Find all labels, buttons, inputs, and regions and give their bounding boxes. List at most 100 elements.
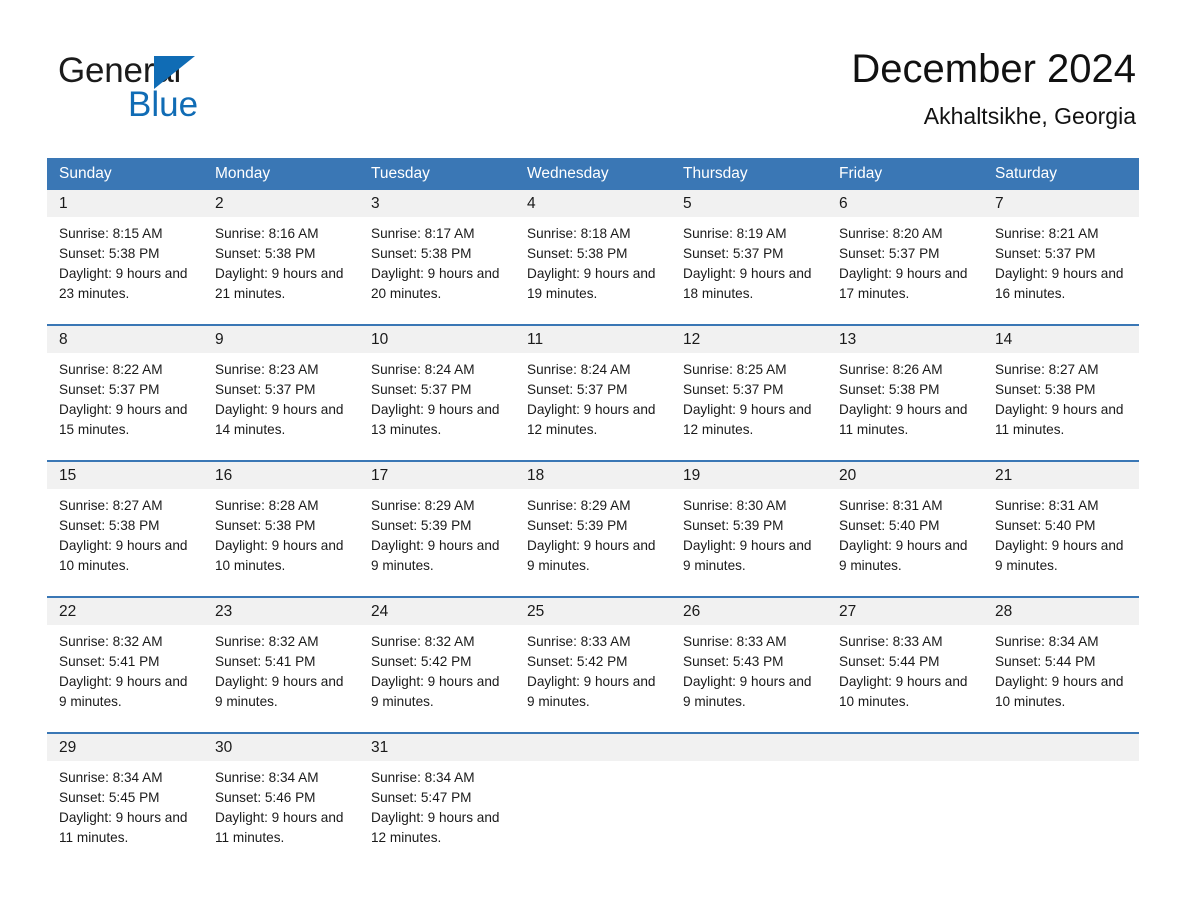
sunrise-text: Sunrise: 8:32 AM [215, 634, 319, 649]
day-cell[interactable]: 16 Sunrise: 8:28 AM Sunset: 5:38 PM Dayligh… [203, 462, 359, 582]
sunset-text: Sunset: 5:42 PM [371, 654, 472, 669]
day-cell[interactable]: 4 Sunrise: 8:18 AM Sunset: 5:38 PM Daylight… [515, 190, 671, 310]
day-cell[interactable]: 11 Sunrise: 8:24 AM Sunset: 5:37 PM Dayligh… [515, 326, 671, 446]
sunset-text: Sunset: 5:42 PM [527, 654, 628, 669]
day-details: Sunrise: 8:16 AM Sunset: 5:38 PM Daylight:… [203, 217, 359, 310]
day-cell[interactable]: 27 Sunrise: 8:33 AM Sunset: 5:44 PM Dayligh… [827, 598, 983, 718]
day-cell[interactable]: 15 Sunrise: 8:27 AM Sunset: 5:38 PM Dayligh… [47, 462, 203, 582]
daylight-text: Daylight: 9 hours and 9 minutes. [527, 538, 656, 573]
sunrise-text: Sunrise: 8:34 AM [371, 770, 475, 785]
day-details [983, 761, 1139, 854]
sunrise-text: Sunrise: 8:24 AM [371, 362, 475, 377]
day-number: 25 [515, 598, 671, 625]
daylight-text: Daylight: 9 hours and 12 minutes. [371, 810, 500, 845]
day-cell[interactable]: 26 Sunrise: 8:33 AM Sunset: 5:43 PM Dayligh… [671, 598, 827, 718]
day-number: 30 [203, 734, 359, 761]
day-details: Sunrise: 8:30 AM Sunset: 5:39 PM Daylight:… [671, 489, 827, 582]
day-cell[interactable]: 9 Sunrise: 8:23 AM Sunset: 5:37 PM Daylight… [203, 326, 359, 446]
day-cell[interactable]: 6 Sunrise: 8:20 AM Sunset: 5:37 PM Daylight… [827, 190, 983, 310]
sunrise-text: Sunrise: 8:33 AM [683, 634, 787, 649]
calendar-grid: Sunday Monday Tuesday Wednesday Thursday… [47, 158, 1139, 854]
day-details: Sunrise: 8:24 AM Sunset: 5:37 PM Daylight:… [359, 353, 515, 446]
day-cell[interactable]: 31 Sunrise: 8:34 AM Sunset: 5:47 PM Dayligh… [359, 734, 515, 854]
sunset-text: Sunset: 5:45 PM [59, 790, 160, 805]
sunset-text: Sunset: 5:38 PM [371, 246, 472, 261]
daylight-text: Daylight: 9 hours and 10 minutes. [59, 538, 188, 573]
day-cell[interactable]: 30 Sunrise: 8:34 AM Sunset: 5:46 PM Dayligh… [203, 734, 359, 854]
daylight-text: Daylight: 9 hours and 14 minutes. [215, 402, 344, 437]
sunrise-text: Sunrise: 8:31 AM [839, 498, 943, 513]
day-cell[interactable]: 21 Sunrise: 8:31 AM Sunset: 5:40 PM Dayligh… [983, 462, 1139, 582]
sunrise-text: Sunrise: 8:31 AM [995, 498, 1099, 513]
day-cell[interactable]: 12 Sunrise: 8:25 AM Sunset: 5:37 PM Dayligh… [671, 326, 827, 446]
sunset-text: Sunset: 5:39 PM [683, 518, 784, 533]
day-cell[interactable]: 18 Sunrise: 8:29 AM Sunset: 5:39 PM Dayligh… [515, 462, 671, 582]
weekday-friday: Friday [839, 165, 883, 182]
day-details: Sunrise: 8:32 AM Sunset: 5:41 PM Daylight:… [47, 625, 203, 718]
daylight-text: Daylight: 9 hours and 23 minutes. [59, 266, 188, 301]
day-cell[interactable]: 3 Sunrise: 8:17 AM Sunset: 5:38 PM Daylight… [359, 190, 515, 310]
sunrise-text: Sunrise: 8:32 AM [371, 634, 475, 649]
daylight-text: Daylight: 9 hours and 9 minutes. [59, 674, 188, 709]
day-cell[interactable]: 14 Sunrise: 8:27 AM Sunset: 5:38 PM Dayligh… [983, 326, 1139, 446]
day-cell[interactable]: 28 Sunrise: 8:34 AM Sunset: 5:44 PM Dayligh… [983, 598, 1139, 718]
sunset-text: Sunset: 5:38 PM [215, 518, 316, 533]
sunset-text: Sunset: 5:37 PM [59, 382, 160, 397]
day-details: Sunrise: 8:19 AM Sunset: 5:37 PM Daylight:… [671, 217, 827, 310]
day-cell-empty [515, 734, 671, 854]
calendar-week-row: 29 Sunrise: 8:34 AM Sunset: 5:45 PM Dayligh… [47, 732, 1139, 854]
sunset-text: Sunset: 5:38 PM [59, 246, 160, 261]
sunrise-text: Sunrise: 8:32 AM [59, 634, 163, 649]
general-blue-logo[interactable]: General Blue [58, 52, 318, 127]
day-cell[interactable]: 24 Sunrise: 8:32 AM Sunset: 5:42 PM Dayligh… [359, 598, 515, 718]
daylight-text: Daylight: 9 hours and 9 minutes. [371, 538, 500, 573]
daylight-text: Daylight: 9 hours and 15 minutes. [59, 402, 188, 437]
day-number: 27 [827, 598, 983, 625]
sunset-text: Sunset: 5:39 PM [527, 518, 628, 533]
day-cell[interactable]: 8 Sunrise: 8:22 AM Sunset: 5:37 PM Daylight… [47, 326, 203, 446]
day-number: 18 [515, 462, 671, 489]
day-number: 6 [827, 190, 983, 217]
day-cell[interactable]: 5 Sunrise: 8:19 AM Sunset: 5:37 PM Daylight… [671, 190, 827, 310]
calendar-week-row: 1 Sunrise: 8:15 AM Sunset: 5:38 PM Daylight… [47, 190, 1139, 310]
day-cell[interactable]: 20 Sunrise: 8:31 AM Sunset: 5:40 PM Dayligh… [827, 462, 983, 582]
weekday-tuesday: Tuesday [371, 165, 430, 182]
day-cell[interactable]: 19 Sunrise: 8:30 AM Sunset: 5:39 PM Dayligh… [671, 462, 827, 582]
sunrise-text: Sunrise: 8:18 AM [527, 226, 631, 241]
day-cell[interactable]: 25 Sunrise: 8:33 AM Sunset: 5:42 PM Dayligh… [515, 598, 671, 718]
weekday-wednesday: Wednesday [527, 165, 609, 182]
day-cell[interactable]: 7 Sunrise: 8:21 AM Sunset: 5:37 PM Daylight… [983, 190, 1139, 310]
day-cell[interactable]: 1 Sunrise: 8:15 AM Sunset: 5:38 PM Daylight… [47, 190, 203, 310]
sunrise-text: Sunrise: 8:25 AM [683, 362, 787, 377]
sunset-text: Sunset: 5:41 PM [215, 654, 316, 669]
day-number: 14 [983, 326, 1139, 353]
day-details: Sunrise: 8:34 AM Sunset: 5:45 PM Daylight:… [47, 761, 203, 854]
day-number: 20 [827, 462, 983, 489]
day-details: Sunrise: 8:26 AM Sunset: 5:38 PM Daylight:… [827, 353, 983, 446]
sunrise-text: Sunrise: 8:23 AM [215, 362, 319, 377]
day-number: 10 [359, 326, 515, 353]
sunrise-text: Sunrise: 8:27 AM [59, 498, 163, 513]
sunrise-text: Sunrise: 8:29 AM [527, 498, 631, 513]
day-number: 13 [827, 326, 983, 353]
day-details: Sunrise: 8:28 AM Sunset: 5:38 PM Daylight:… [203, 489, 359, 582]
day-number: 26 [671, 598, 827, 625]
day-cell[interactable]: 17 Sunrise: 8:29 AM Sunset: 5:39 PM Dayligh… [359, 462, 515, 582]
week-separator [47, 310, 1139, 324]
sunset-text: Sunset: 5:41 PM [59, 654, 160, 669]
sunset-text: Sunset: 5:37 PM [683, 246, 784, 261]
day-cell[interactable]: 29 Sunrise: 8:34 AM Sunset: 5:45 PM Dayligh… [47, 734, 203, 854]
day-details: Sunrise: 8:34 AM Sunset: 5:44 PM Daylight:… [983, 625, 1139, 718]
day-details: Sunrise: 8:27 AM Sunset: 5:38 PM Daylight:… [983, 353, 1139, 446]
day-details: Sunrise: 8:23 AM Sunset: 5:37 PM Daylight:… [203, 353, 359, 446]
sunset-text: Sunset: 5:39 PM [371, 518, 472, 533]
day-cell[interactable]: 10 Sunrise: 8:24 AM Sunset: 5:37 PM Dayligh… [359, 326, 515, 446]
day-number: 3 [359, 190, 515, 217]
sunrise-text: Sunrise: 8:26 AM [839, 362, 943, 377]
sunrise-text: Sunrise: 8:20 AM [839, 226, 943, 241]
day-cell[interactable]: 22 Sunrise: 8:32 AM Sunset: 5:41 PM Dayligh… [47, 598, 203, 718]
day-cell[interactable]: 23 Sunrise: 8:32 AM Sunset: 5:41 PM Dayligh… [203, 598, 359, 718]
weekday-sunday: Sunday [59, 165, 112, 182]
day-cell[interactable]: 13 Sunrise: 8:26 AM Sunset: 5:38 PM Dayligh… [827, 326, 983, 446]
day-cell[interactable]: 2 Sunrise: 8:16 AM Sunset: 5:38 PM Daylight… [203, 190, 359, 310]
